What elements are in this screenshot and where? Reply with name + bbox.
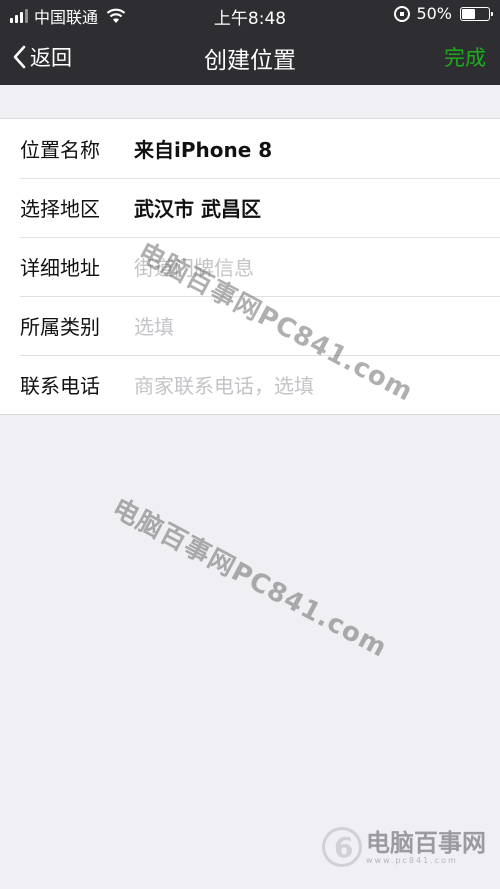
done-button[interactable]: 完成 — [444, 42, 486, 72]
status-bar: 中国联通 上午8:48 50% — [0, 0, 500, 29]
location-form: 位置名称 来自iPhone 8 选择地区 武汉市 武昌区 详细地址 街道门牌信息… — [0, 118, 500, 415]
status-right: 50% — [394, 4, 493, 23]
form-row-region[interactable]: 选择地区 武汉市 武昌区 — [0, 178, 500, 237]
form-row-location-name[interactable]: 位置名称 来自iPhone 8 — [0, 119, 500, 178]
top-bar: 中国联通 上午8:48 50% 返回 创建位置 完成 — [0, 0, 500, 85]
form-row-phone[interactable]: 联系电话 商家联系电话，选填 — [0, 355, 500, 414]
navigation-bar: 返回 创建位置 完成 — [0, 28, 500, 85]
logo-mark-icon — [322, 827, 362, 867]
battery-fill — [462, 8, 475, 19]
region-field[interactable]: 武汉市 武昌区 — [134, 193, 261, 222]
orientation-lock-icon — [394, 5, 411, 22]
category-label: 所属类别 — [20, 315, 100, 339]
region-label: 选择地区 — [20, 197, 100, 221]
battery-icon — [460, 6, 493, 21]
phone-field[interactable]: 商家联系电话，选填 — [134, 370, 314, 399]
location-name-label: 位置名称 — [20, 138, 100, 162]
logo-name: 电脑百事网 — [366, 828, 486, 857]
address-label: 详细地址 — [20, 256, 100, 280]
category-field[interactable]: 选填 — [134, 311, 174, 340]
page-title: 创建位置 — [204, 48, 296, 74]
location-name-field[interactable]: 来自iPhone 8 — [134, 134, 272, 163]
logo-url: www.pc841.com — [366, 855, 458, 865]
watermark-text: 电脑百事网PC841.com — [107, 493, 392, 664]
battery-percent: 50% — [416, 4, 452, 23]
phone-label: 联系电话 — [20, 374, 100, 398]
site-logo: 电脑百事网 www.pc841.com — [322, 827, 486, 867]
